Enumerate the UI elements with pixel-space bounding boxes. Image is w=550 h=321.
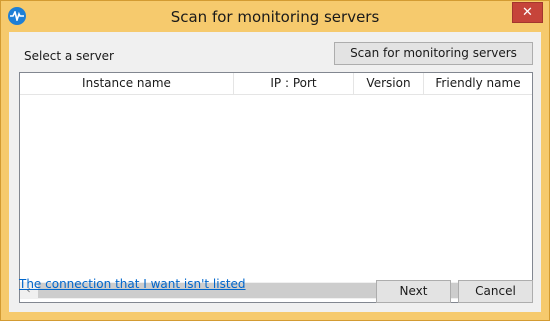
next-button[interactable]: Next <box>376 280 451 303</box>
connection-not-listed-link[interactable]: The connection that I want isn't listed <box>19 277 246 291</box>
window-title: Scan for monitoring servers <box>170 8 380 26</box>
column-header-friendly-name[interactable]: Friendly name <box>424 73 532 94</box>
column-header-instance-name[interactable]: Instance name <box>20 73 234 94</box>
select-server-label: Select a server <box>24 49 114 63</box>
title-bar[interactable]: Scan for monitoring servers ✕ <box>1 1 549 32</box>
dialog-window: Scan for monitoring servers ✕ Select a s… <box>0 0 550 321</box>
scan-button[interactable]: Scan for monitoring servers <box>334 42 533 65</box>
close-button[interactable]: ✕ <box>512 2 543 23</box>
server-list[interactable]: Instance name IP : Port Version Friendly… <box>19 72 533 303</box>
column-header-ip-port[interactable]: IP : Port <box>234 73 354 94</box>
column-header-version[interactable]: Version <box>354 73 424 94</box>
list-header: Instance name IP : Port Version Friendly… <box>20 73 532 95</box>
dialog-content: Select a server Scan for monitoring serv… <box>9 32 541 312</box>
cancel-button[interactable]: Cancel <box>458 280 533 303</box>
